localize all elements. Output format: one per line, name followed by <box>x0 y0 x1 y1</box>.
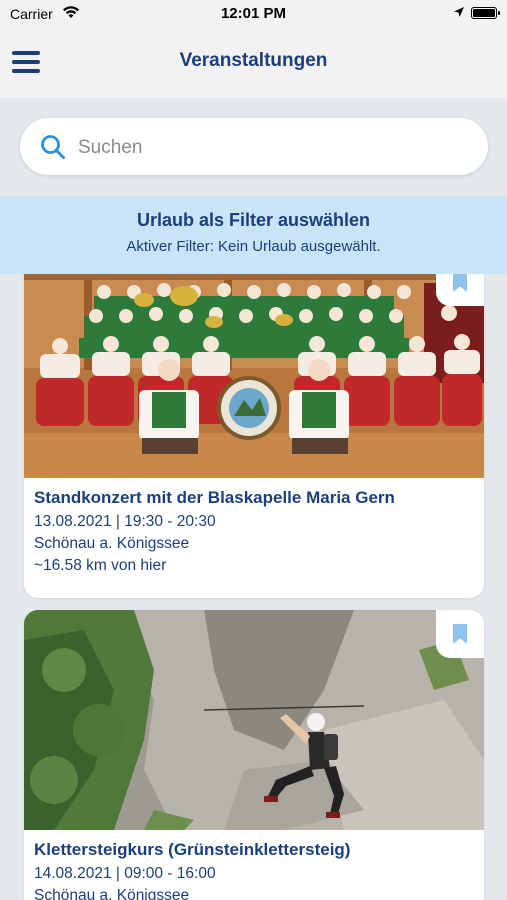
event-card[interactable]: Klettersteigkurs (Grünsteinklettersteig)… <box>24 610 484 900</box>
event-image-brass-band <box>24 274 484 478</box>
location-arrow-icon <box>454 7 464 17</box>
search-bar[interactable] <box>20 118 488 175</box>
battery-icon <box>471 7 500 19</box>
search-area <box>0 98 507 196</box>
event-image-climber <box>24 610 484 830</box>
search-icon <box>41 135 65 159</box>
filter-title: Urlaub als Filter auswählen <box>136 210 371 230</box>
event-distance: ~16.58 km von hier <box>34 557 167 574</box>
event-list[interactable]: Standkonzert mit der Blaskapelle Maria G… <box>0 274 507 900</box>
event-location: Schönau a. Königssee <box>34 535 190 552</box>
event-datetime: 14.08.2021 | 09:00 - 16:00 <box>34 865 216 882</box>
bookmark-button[interactable] <box>436 610 484 658</box>
vacation-filter-banner[interactable]: Urlaub als Filter auswählen Aktiver Filt… <box>0 196 507 274</box>
event-datetime: 13.08.2021 | 19:30 - 20:30 <box>34 513 216 530</box>
bookmark-button[interactable] <box>436 274 484 306</box>
clock: 12:01 PM <box>220 5 287 22</box>
status-bar: Carrier 12:01 PM <box>0 0 507 28</box>
event-title: Klettersteigkurs (Grünsteinklettersteig) <box>34 840 351 859</box>
search-input[interactable] <box>76 128 470 168</box>
navigation-bar: Veranstaltungen <box>0 28 507 98</box>
page-title: Veranstaltungen <box>179 50 328 71</box>
bookmark-icon <box>453 274 467 292</box>
event-card[interactable]: Standkonzert mit der Blaskapelle Maria G… <box>24 274 484 598</box>
event-title: Standkonzert mit der Blaskapelle Maria G… <box>34 488 395 507</box>
filter-status: Aktiver Filter: Kein Urlaub ausgewählt. <box>126 238 381 255</box>
bookmark-icon <box>453 624 467 644</box>
event-location: Schönau a. Königssee <box>34 887 190 900</box>
